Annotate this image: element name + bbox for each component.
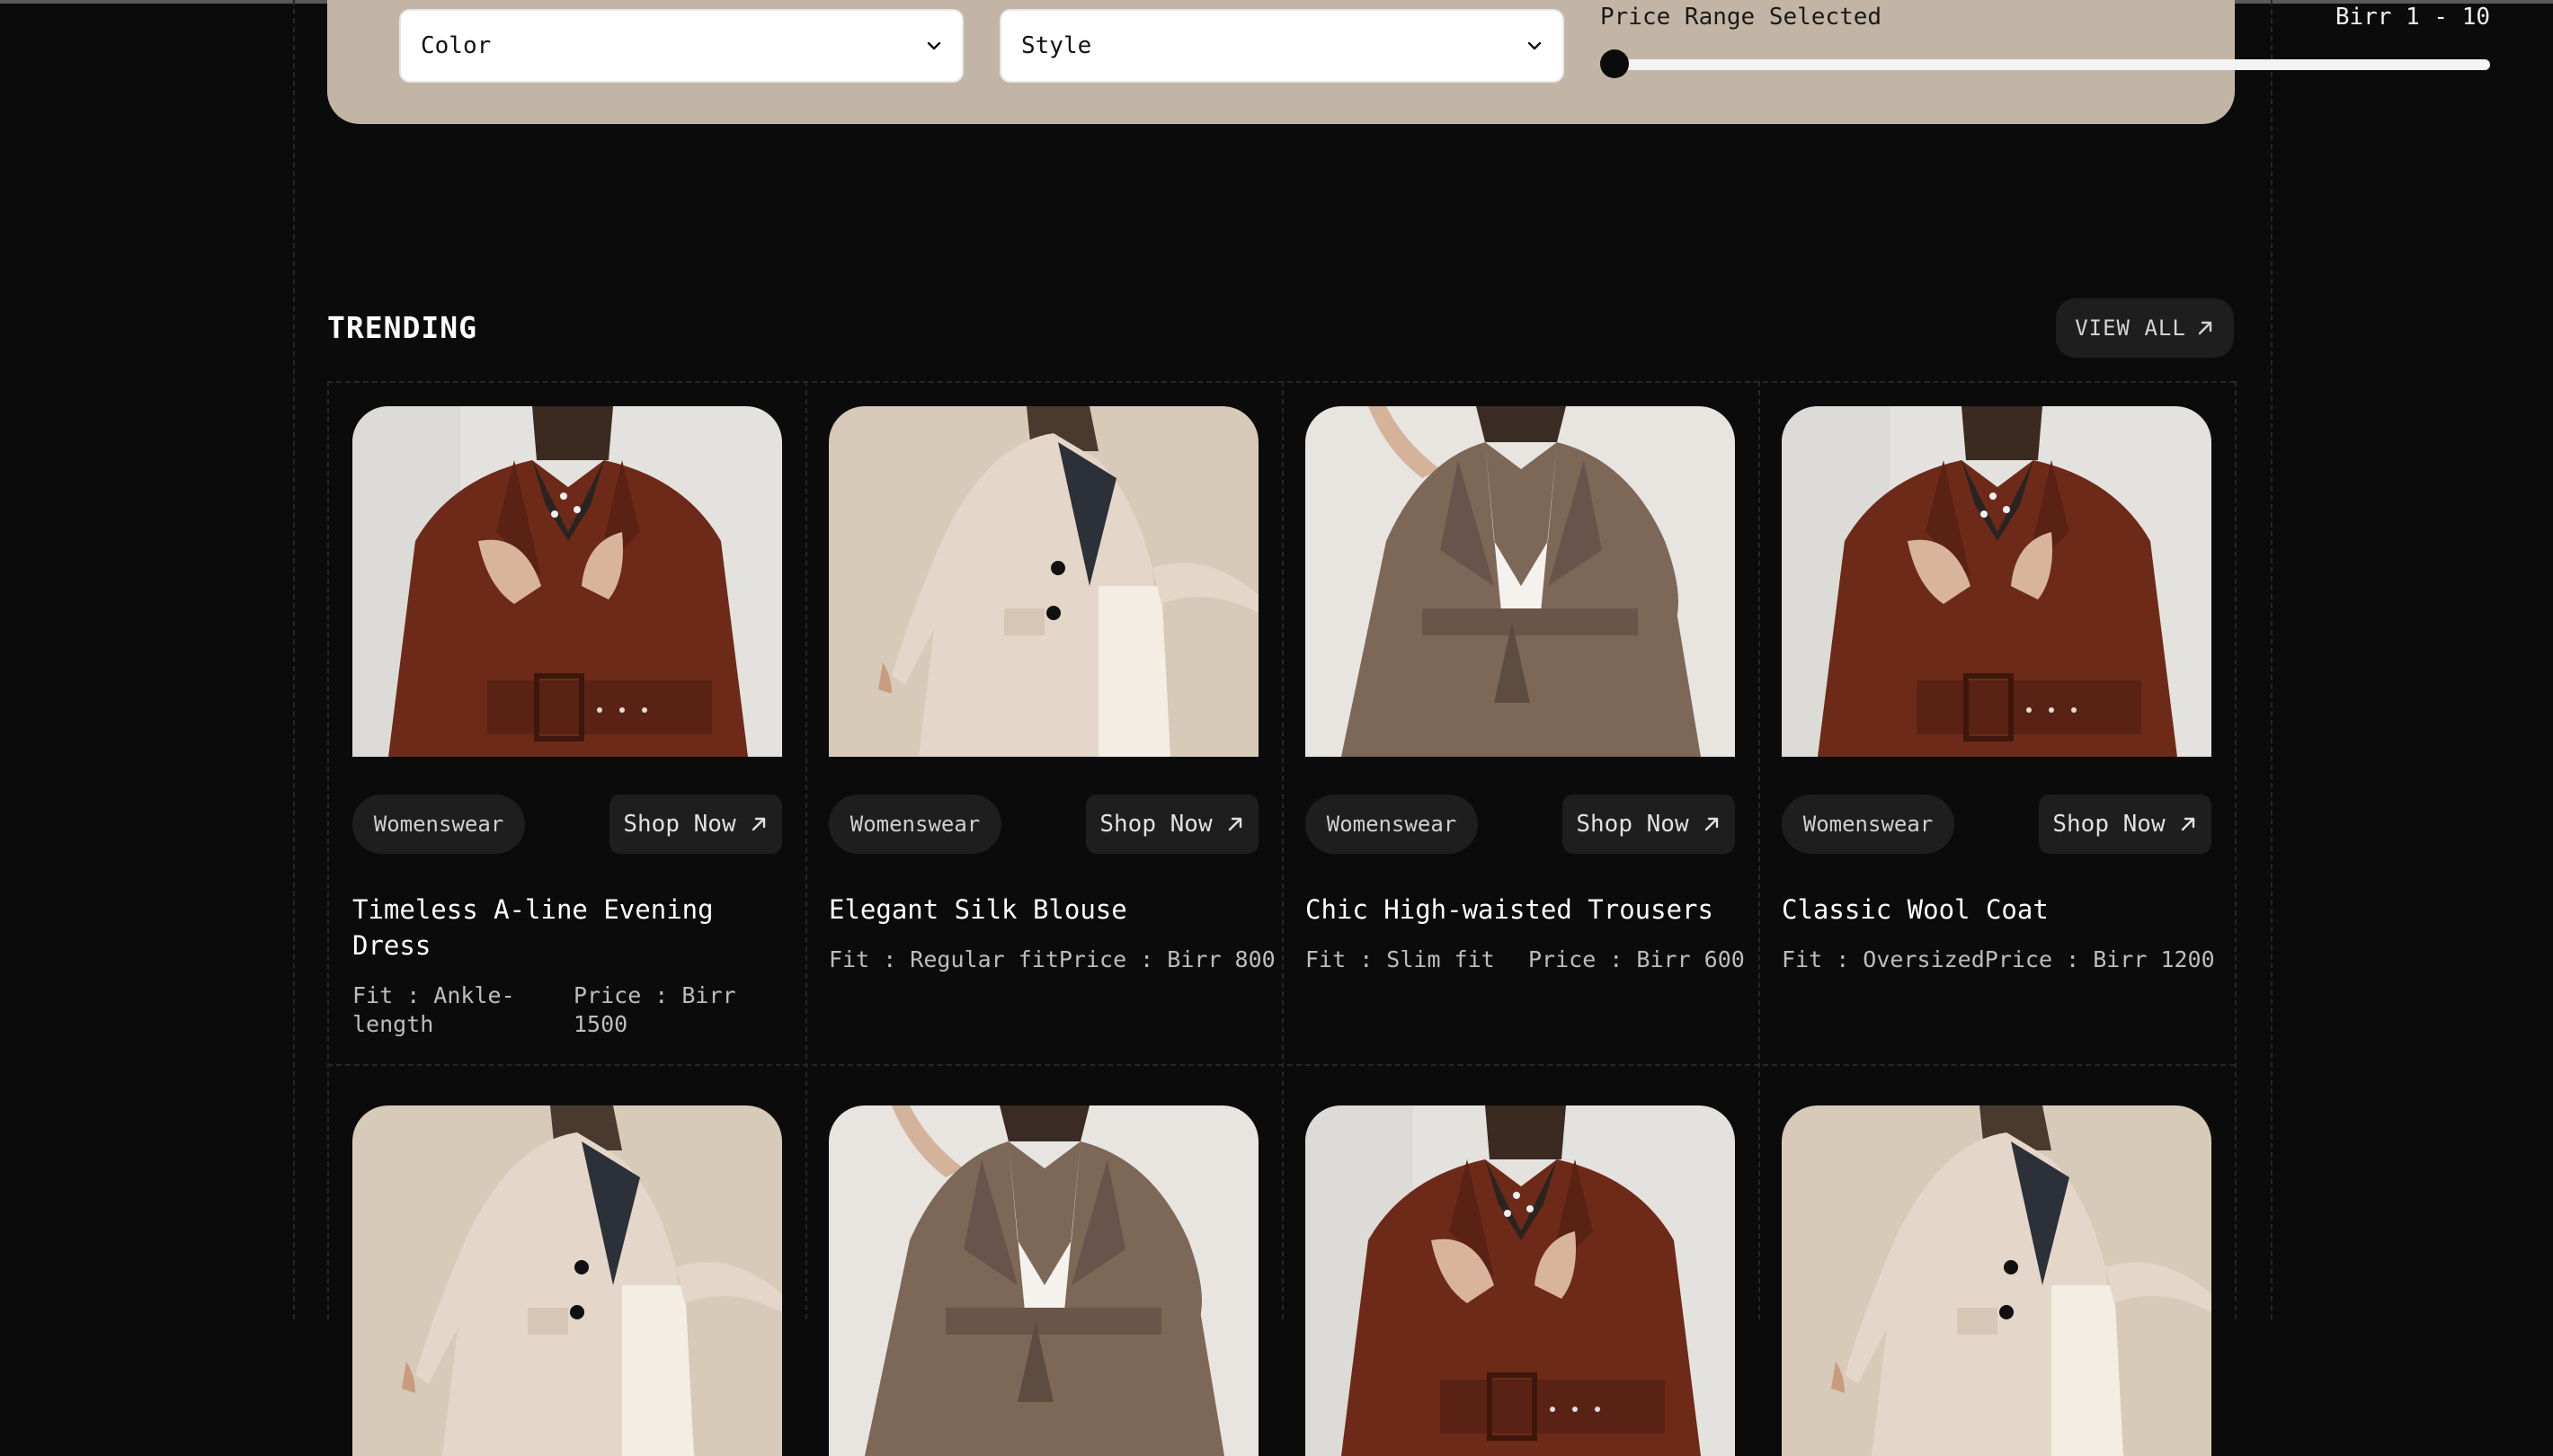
- style-select-label: Style: [1021, 32, 1092, 59]
- product-image[interactable]: [1782, 406, 2211, 757]
- product-image[interactable]: [1782, 1105, 2211, 1456]
- grid-divider: [2235, 381, 2237, 1319]
- category-tag[interactable]: Womenswear: [352, 795, 525, 854]
- color-select-label: Color: [421, 32, 492, 59]
- product-card[interactable]: [1782, 1105, 2211, 1456]
- grid-divider: [327, 381, 329, 1319]
- grid-divider: [1282, 381, 1284, 1319]
- arrow-up-right-icon: [2198, 321, 2211, 335]
- product-card[interactable]: Womenswear Shop Now Timeless A-line Even…: [352, 406, 782, 1039]
- grid-divider: [327, 381, 2235, 383]
- product-price: Price : Birr 600: [1528, 946, 1745, 972]
- style-select[interactable]: Style: [1000, 9, 1564, 83]
- product-photo: [1782, 406, 2211, 757]
- product-fit: Fit : Regular fit: [829, 946, 1059, 972]
- chevron-down-icon: [1527, 41, 1542, 50]
- page: Color Style Price Range Selected Birr 1 …: [0, 0, 2553, 1456]
- arrow-up-right-icon: [1228, 817, 1241, 831]
- view-all-label: VIEW ALL: [2075, 315, 2186, 341]
- product-card[interactable]: [1305, 1105, 1735, 1456]
- product-price: Price : Birr 800: [1058, 946, 1276, 972]
- product-price: Price : Birr 1200: [1984, 946, 2215, 972]
- product-photo: [352, 1105, 782, 1456]
- frame-divider-right: [2271, 0, 2273, 1319]
- category-tag[interactable]: Womenswear: [1782, 795, 1954, 854]
- product-name[interactable]: Elegant Silk Blouse: [829, 892, 1259, 928]
- product-photo: [829, 1105, 1259, 1456]
- price-range-slider-thumb[interactable]: [1600, 49, 1629, 78]
- product-photo: [352, 406, 782, 757]
- price-range-slider-track[interactable]: [1615, 59, 2490, 70]
- product-image[interactable]: [1305, 1105, 1735, 1456]
- product-name[interactable]: Chic High-waisted Trousers: [1305, 892, 1735, 928]
- chevron-down-icon: [927, 41, 941, 50]
- grid-divider: [805, 381, 807, 1319]
- filter-panel: Color Style Price Range Selected Birr 1 …: [327, 0, 2490, 124]
- product-card[interactable]: [829, 1105, 1259, 1456]
- product-image[interactable]: [829, 406, 1259, 757]
- shop-now-button[interactable]: Shop Now: [1086, 795, 1259, 854]
- product-card[interactable]: Womenswear Shop Now Classic Wool Coat Fi…: [1782, 406, 2215, 974]
- arrow-up-right-icon: [1704, 817, 1718, 831]
- shop-now-label: Shop Now: [1099, 811, 1213, 838]
- category-tag[interactable]: Womenswear: [829, 795, 1001, 854]
- shop-now-button[interactable]: Shop Now: [1562, 795, 1735, 854]
- category-tag[interactable]: Womenswear: [1305, 795, 1478, 854]
- product-fit: Fit : Oversized: [1782, 946, 1985, 972]
- product-image[interactable]: [1305, 406, 1735, 757]
- product-image[interactable]: [829, 1105, 1259, 1456]
- product-image[interactable]: [352, 406, 782, 757]
- arrow-up-right-icon: [2181, 817, 2194, 831]
- frame-divider-left: [293, 0, 295, 1319]
- view-all-button[interactable]: VIEW ALL: [2056, 298, 2234, 358]
- product-photo: [1305, 1105, 1735, 1456]
- shop-now-label: Shop Now: [623, 811, 736, 838]
- product-photo: [829, 406, 1259, 757]
- section-title: TRENDING: [327, 310, 477, 345]
- shop-now-button[interactable]: Shop Now: [609, 795, 782, 854]
- product-name[interactable]: Timeless A-line Evening Dress: [352, 892, 782, 963]
- price-range-value: Birr 1 - 10: [2335, 4, 2490, 31]
- product-name[interactable]: Classic Wool Coat: [1782, 892, 2211, 928]
- product-fit: Fit : Slim fit: [1305, 946, 1495, 972]
- price-range-label: Price Range Selected: [1600, 4, 1882, 31]
- arrow-up-right-icon: [752, 817, 765, 831]
- product-card[interactable]: Womenswear Shop Now Elegant Silk Blouse …: [829, 406, 1276, 974]
- product-photo: [1782, 1105, 2211, 1456]
- product-card[interactable]: [352, 1105, 782, 1456]
- product-card[interactable]: Womenswear Shop Now Chic High-waisted Tr…: [1305, 406, 1745, 974]
- grid-divider: [1758, 381, 1760, 1319]
- product-price: Price : Birr 1500: [574, 982, 736, 1037]
- shop-now-label: Shop Now: [1576, 811, 1689, 838]
- shop-now-label: Shop Now: [2052, 811, 2166, 838]
- shop-now-button[interactable]: Shop Now: [2039, 795, 2211, 854]
- color-select[interactable]: Color: [399, 9, 964, 83]
- product-photo: [1305, 406, 1735, 757]
- product-fit: Fit : Ankle-length: [352, 982, 515, 1037]
- product-image[interactable]: [352, 1105, 782, 1456]
- grid-divider: [327, 1064, 2235, 1066]
